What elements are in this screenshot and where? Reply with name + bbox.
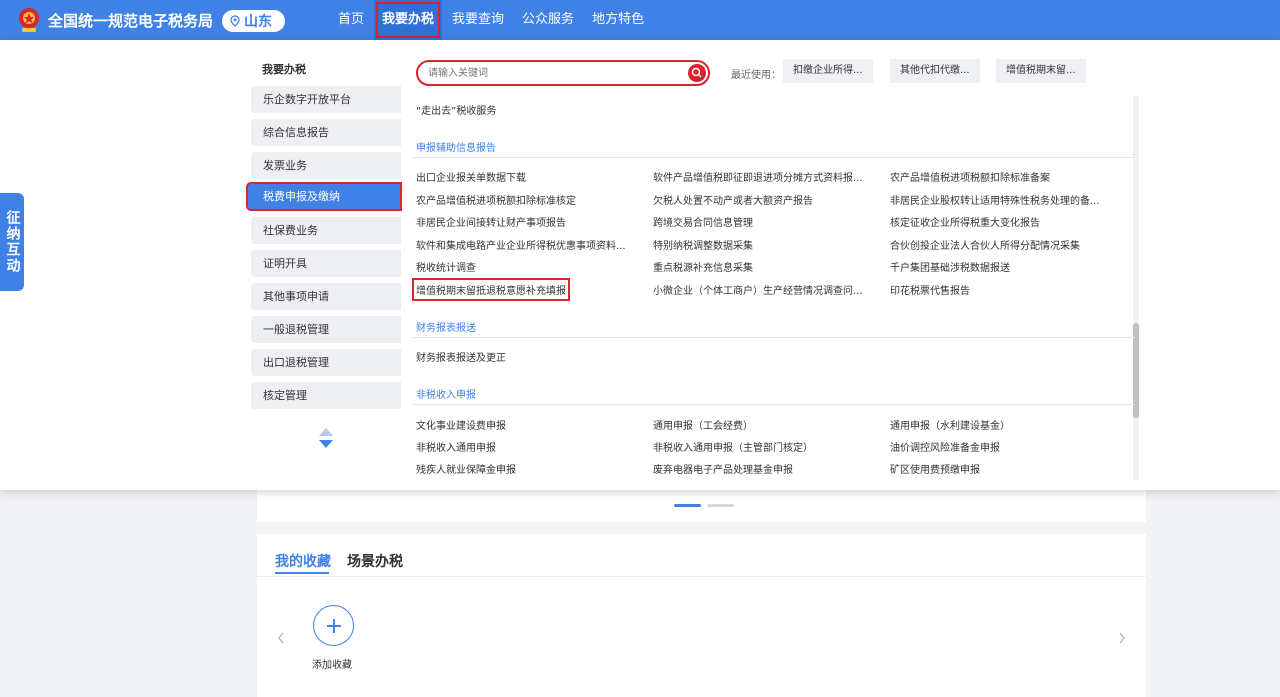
- service-link[interactable]: 出口企业报关单数据下载: [416, 169, 526, 184]
- service-link[interactable]: 通用申报（工会经费）: [653, 417, 753, 432]
- carousel-dot[interactable]: [707, 504, 734, 507]
- search-icon: [691, 67, 702, 78]
- service-link[interactable]: 财务报表报送及更正: [416, 349, 506, 364]
- section-title: 非税收入申报: [416, 390, 476, 401]
- carousel-dot-active[interactable]: [674, 504, 701, 507]
- section-divider: [413, 157, 1135, 158]
- section-title: 财务报表报送: [416, 323, 476, 334]
- section-divider: [413, 404, 1135, 405]
- service-link[interactable]: 千户集团基础涉税数据报送: [890, 259, 1010, 274]
- service-link[interactable]: 油价调控风险准备金申报: [890, 439, 1000, 454]
- service-link[interactable]: 特别纳税调整数据采集: [653, 237, 753, 252]
- service-link[interactable]: 农产品增值税进项税额扣除标准核定: [416, 192, 576, 207]
- service-link[interactable]: 税收统计调查: [416, 259, 476, 274]
- service-link[interactable]: 农产品增值税进项税额扣除标准备案: [890, 169, 1050, 184]
- region-selector[interactable]: 山东: [222, 10, 285, 32]
- tab-my-favorites[interactable]: 我的收藏: [275, 551, 331, 571]
- top-bar: 全国统一规范电子税务局 山东 首页 我要办税 我要查询 公众服务 地方特色: [0, 0, 1280, 40]
- recent-chip[interactable]: 其他代扣代缴...: [890, 59, 980, 83]
- service-list: “走出去”税收服务 申报辅助信息报告 出口企业报关单数据下载 软件产品增值税即征…: [401, 96, 1135, 480]
- interaction-side-tab[interactable]: 征纳互动: [0, 193, 24, 291]
- service-link[interactable]: 小微企业（个体工商户）生产经营情况调查问...: [653, 282, 863, 297]
- nav-public-service[interactable]: 公众服务: [514, 0, 582, 40]
- tab-underline: [275, 572, 329, 574]
- service-link[interactable]: “走出去”税收服务: [416, 102, 496, 117]
- category-item[interactable]: 证明开具: [251, 250, 401, 277]
- carousel-card: [257, 490, 1146, 522]
- service-link[interactable]: 文化事业建设费申报: [416, 417, 506, 432]
- recent-label: 最近使用：: [731, 70, 781, 81]
- recent-chip[interactable]: 扣缴企业所得...: [783, 59, 873, 83]
- add-favorite-button[interactable]: [313, 605, 354, 646]
- region-label: 山东: [244, 14, 272, 30]
- service-link[interactable]: 核定征收企业所得税重大变化报告: [890, 214, 1040, 229]
- category-item[interactable]: 核定管理: [251, 382, 401, 409]
- main-nav: 首页 我要办税 我要查询 公众服务 地方特色: [330, 0, 654, 40]
- nav-query[interactable]: 我要查询: [444, 0, 512, 40]
- chevron-left-icon[interactable]: [276, 631, 286, 645]
- service-link[interactable]: 合伙创投企业法人合伙人所得分配情况采集: [890, 237, 1080, 252]
- nav-local-features[interactable]: 地方特色: [584, 0, 652, 40]
- category-item[interactable]: 出口退税管理: [251, 349, 401, 376]
- section-title: 申报辅助信息报告: [416, 143, 496, 154]
- tax-menu-dropdown: 我要办税 乐企数字开放平台 综合信息报告 发票业务 税费申报及缴纳 社保费业务 …: [0, 40, 1280, 490]
- service-link[interactable]: 非居民企业股权转让适用特殊性税务处理的备...: [890, 192, 1100, 207]
- section-divider: [413, 337, 1135, 338]
- category-item[interactable]: 其他事项申请: [251, 283, 401, 310]
- category-heading: 我要办税: [262, 63, 306, 76]
- scroll-arrows-icon[interactable]: [318, 427, 334, 449]
- plus-icon: [327, 619, 341, 633]
- category-item[interactable]: 社保费业务: [251, 217, 401, 244]
- service-link[interactable]: 印花税票代售报告: [890, 282, 970, 297]
- service-link[interactable]: 废弃电器电子产品处理基金申报: [653, 461, 793, 476]
- service-link[interactable]: 跨境交易合同信息管理: [653, 214, 753, 229]
- tab-scenario-tax[interactable]: 场景办税: [347, 551, 403, 571]
- service-link[interactable]: 重点税源补充信息采集: [653, 259, 753, 274]
- side-tab-label: 征纳互动: [4, 210, 21, 274]
- tax-emblem-icon: [19, 8, 39, 32]
- add-favorite-label: 添加收藏: [312, 660, 352, 671]
- service-link[interactable]: 残疾人就业保障金申报: [416, 461, 516, 476]
- search-button[interactable]: [688, 64, 706, 82]
- service-link[interactable]: 欠税人处置不动产或者大额资产报告: [653, 192, 813, 207]
- nav-home[interactable]: 首页: [330, 0, 372, 40]
- category-item-active[interactable]: 税费申报及缴纳: [246, 182, 402, 211]
- service-link[interactable]: 软件和集成电路产业企业所得税优惠事项资料...: [416, 237, 626, 252]
- category-item[interactable]: 乐企数字开放平台: [251, 86, 401, 113]
- category-item[interactable]: 一般退税管理: [251, 316, 401, 343]
- category-item[interactable]: 综合信息报告: [251, 119, 401, 146]
- category-item[interactable]: 发票业务: [251, 152, 401, 179]
- recent-chip[interactable]: 增值税期末留...: [996, 59, 1086, 83]
- service-link[interactable]: 非税收入通用申报: [416, 439, 496, 454]
- search-box: [416, 60, 710, 86]
- service-link[interactable]: 矿区使用费预缴申报: [890, 461, 980, 476]
- nav-tax-handling[interactable]: 我要办税: [374, 0, 443, 40]
- service-link-highlighted[interactable]: 增值税期末留抵退税意愿补充填报: [412, 278, 570, 301]
- search-input[interactable]: [428, 65, 678, 82]
- category-sidebar: 我要办税 乐企数字开放平台 综合信息报告 发票业务 税费申报及缴纳 社保费业务 …: [246, 40, 402, 490]
- service-link[interactable]: 非居民企业间接转让财产事项报告: [416, 214, 566, 229]
- location-pin-icon: [230, 15, 240, 27]
- service-link[interactable]: 非税收入通用申报（主管部门核定）: [653, 439, 813, 454]
- service-link[interactable]: 软件产品增值税即征即退进项分摊方式资料报...: [653, 169, 863, 184]
- site-title: 全国统一规范电子税务局: [48, 12, 214, 30]
- chevron-right-icon[interactable]: [1117, 631, 1127, 645]
- divider: [257, 576, 1146, 577]
- service-link[interactable]: 通用申报（水利建设基金）: [890, 417, 1010, 432]
